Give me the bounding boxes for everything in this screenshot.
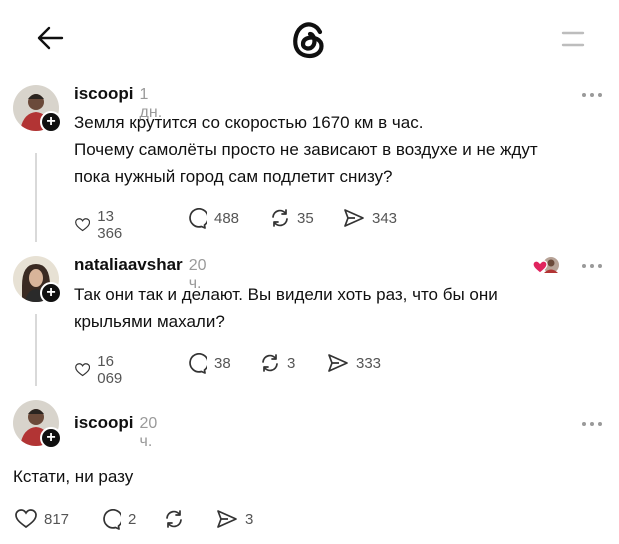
thread-line: [35, 153, 37, 242]
comment-count: 488: [214, 210, 240, 227]
back-button[interactable]: [36, 25, 64, 51]
heart-icon: [75, 218, 91, 232]
post-text: Кстати, ни разу: [13, 463, 603, 490]
more-options-button[interactable]: [582, 264, 602, 268]
thread-line: [35, 314, 37, 386]
more-options-button[interactable]: [582, 93, 602, 97]
heart-icon: [75, 363, 91, 377]
post-text-line: Так они так и делают. Вы видели хоть раз…: [74, 285, 498, 304]
username[interactable]: iscoopi: [74, 84, 134, 104]
follow-plus-button[interactable]: +: [40, 427, 62, 449]
menu-icon[interactable]: [561, 30, 585, 48]
share-icon: [217, 510, 237, 528]
like-count: 16 069: [97, 353, 123, 387]
arrow-left-icon: [37, 26, 64, 50]
comment-icon: [189, 208, 207, 229]
repost-icon: [166, 510, 182, 528]
share-count: 333: [356, 354, 382, 372]
username[interactable]: iscoopi: [74, 413, 134, 433]
timestamp: 20 ч.: [139, 415, 158, 450]
share-icon: [344, 209, 364, 227]
share-button[interactable]: 3: [216, 509, 253, 529]
like-button[interactable]: 13 366: [75, 208, 129, 242]
post-text-line: пока нужный город сам подлетит снизу?: [74, 167, 393, 186]
like-count: 13 366: [97, 208, 123, 242]
heart-icon: [15, 509, 37, 529]
comment-button[interactable]: 38: [186, 353, 231, 374]
comment-count: 2: [128, 511, 137, 528]
like-count: 817: [44, 510, 70, 528]
share-count: 3: [245, 510, 254, 528]
share-icon: [328, 354, 348, 372]
author-liked-badge: [532, 256, 562, 276]
username[interactable]: nataliaavshar: [74, 255, 183, 275]
repost-icon: [262, 354, 278, 372]
post-text: Земля крутится со скоростью 1670 км в ча…: [74, 109, 614, 190]
comment-icon: [103, 509, 121, 530]
repost-count: 3: [287, 354, 296, 372]
more-options-button[interactable]: [582, 422, 602, 426]
like-button[interactable]: 817: [15, 509, 69, 529]
post-header: iscoopi 20 ч.: [74, 413, 157, 451]
comment-icon: [189, 353, 207, 374]
post-text-line: Кстати, ни разу: [13, 467, 134, 486]
repost-button[interactable]: [164, 509, 184, 529]
repost-button[interactable]: 3: [260, 353, 295, 373]
repost-count: 35: [297, 209, 314, 227]
follow-plus-button[interactable]: +: [40, 111, 62, 133]
threads-logo-icon[interactable]: [290, 20, 328, 60]
follow-plus-button[interactable]: +: [40, 282, 62, 304]
post-text: Так они так и делают. Вы видели хоть раз…: [74, 281, 614, 335]
repost-button[interactable]: 35: [270, 208, 314, 228]
comment-button[interactable]: 488: [186, 208, 239, 229]
share-button[interactable]: 333: [327, 353, 381, 373]
post-text-line: крыльями махали?: [74, 312, 225, 331]
share-count: 343: [372, 209, 398, 227]
share-button[interactable]: 343: [343, 208, 397, 228]
like-button[interactable]: 16 069: [75, 353, 129, 387]
post-text-line: Земля крутится со скоростью 1670 км в ча…: [74, 113, 424, 132]
comment-button[interactable]: 2: [100, 509, 136, 530]
comment-count: 38: [214, 355, 231, 372]
post-text-line: Почему самолёты просто не зависают в воз…: [74, 140, 538, 159]
repost-icon: [272, 209, 288, 227]
